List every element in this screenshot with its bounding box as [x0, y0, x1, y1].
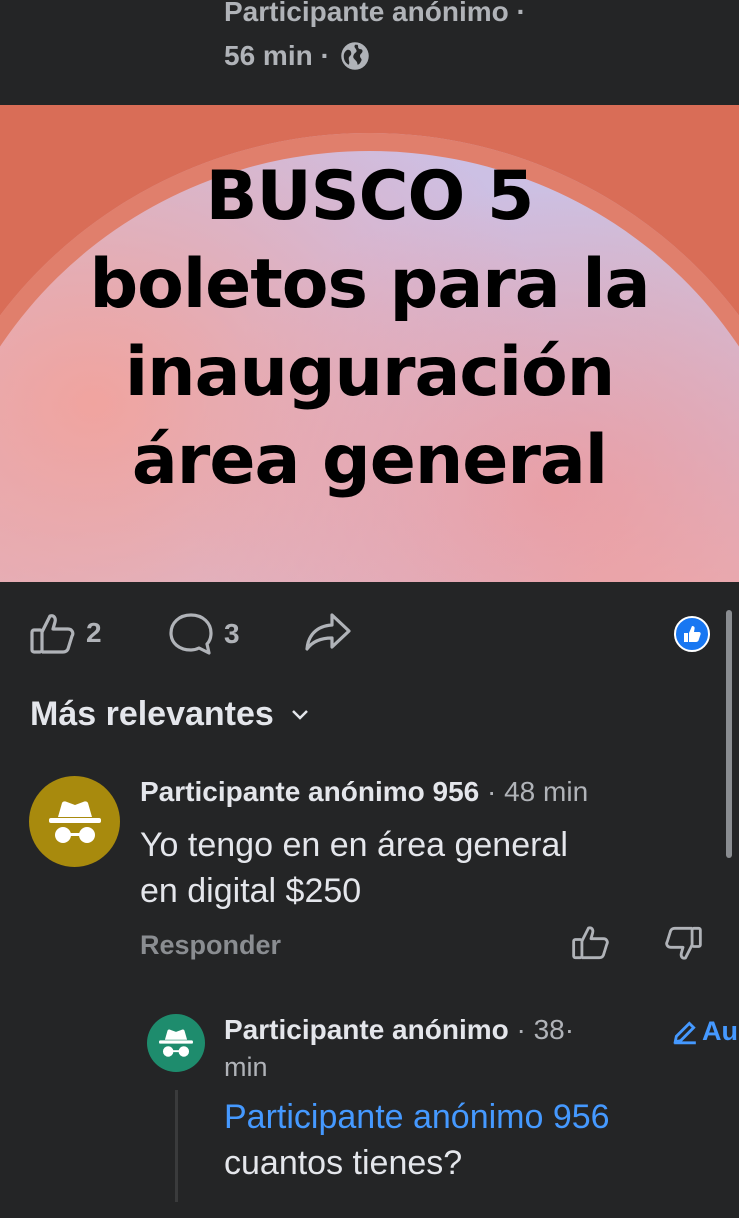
reply-author[interactable]: Participante anónimo [224, 1014, 509, 1045]
comment-author[interactable]: Participante anónimo 956 [140, 776, 479, 807]
comment-upvote-button[interactable] [572, 924, 610, 965]
post-actions: 2 3 [0, 582, 739, 687]
comment-time[interactable]: · 48 min [487, 776, 588, 807]
avatar[interactable] [29, 776, 120, 867]
reply-button[interactable]: Responder [140, 930, 281, 961]
like-button[interactable]: 2 [30, 612, 102, 654]
thumbs-up-icon [572, 926, 609, 960]
thumbs-up-icon [30, 614, 75, 654]
reply-author-line: Participante anónimo · 38· [224, 1014, 574, 1046]
post-image[interactable]: BUSCO 5 boletos para la inauguración áre… [0, 105, 739, 582]
incognito-icon [159, 1029, 193, 1057]
like-reaction-icon[interactable] [674, 616, 710, 652]
post-meta: 56 min · [224, 40, 370, 72]
post-time[interactable]: 56 min · [224, 40, 330, 72]
post-text-line: inauguración [124, 333, 615, 412]
thumbs-up-icon [684, 626, 701, 642]
thumbs-down-icon [665, 926, 702, 960]
comment-text-line: en digital $250 [140, 872, 362, 910]
post-image-text: BUSCO 5 boletos para la inauguración áre… [0, 153, 739, 505]
mention-link[interactable]: Participante anónimo 956 [224, 1094, 734, 1140]
thread-line [175, 1090, 178, 1202]
post-text-line: BUSCO 5 [205, 157, 535, 236]
comment-downvote-button[interactable] [664, 926, 702, 967]
post-text-line: área general [131, 421, 608, 500]
reply-text-line: cuantos tienes? [224, 1144, 463, 1182]
reply-time[interactable]: · 38· [517, 1014, 575, 1045]
reply-time-cont: min [224, 1052, 268, 1082]
comment-bubble-icon [169, 613, 213, 655]
share-arrow-icon [305, 613, 351, 651]
post-text-line: boletos para la [89, 245, 650, 324]
sort-label: Más relevantes [30, 695, 274, 733]
scrollbar[interactable] [726, 610, 732, 858]
comment-text: Yo tengo en en área general en digital $… [140, 822, 700, 914]
share-button[interactable] [304, 612, 352, 652]
comment-count: 3 [224, 618, 240, 649]
avatar[interactable] [147, 1014, 205, 1072]
like-count: 2 [86, 617, 102, 648]
reply-text: Participante anónimo 956 cuantos tienes? [224, 1094, 734, 1186]
author-badge: Au [672, 1016, 738, 1047]
pencil-icon [673, 1020, 696, 1044]
globe-icon [341, 42, 369, 70]
author-badge-label: Au [702, 1016, 738, 1046]
post-author[interactable]: Participante anónimo · [224, 0, 526, 28]
incognito-icon [48, 800, 101, 843]
chevron-down-icon [291, 709, 308, 720]
comment-text-line: Yo tengo en en área general [140, 826, 568, 864]
comment-button[interactable]: 3 [168, 612, 240, 656]
comment-sort-dropdown[interactable]: Más relevantes [30, 695, 310, 734]
comment-author-line: Participante anónimo 956 · 48 min [140, 776, 588, 808]
post-header: Participante anónimo · 56 min · [0, 0, 739, 105]
